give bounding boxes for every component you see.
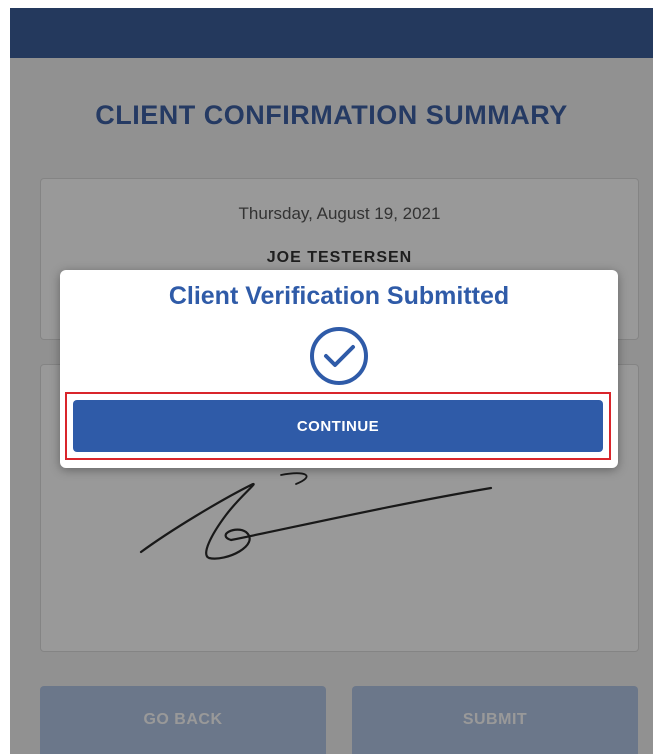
check-circle-icon [310,327,368,385]
modal-title: Client Verification Submitted [168,282,510,310]
verification-modal: Client Verification Submitted CONTINUE [60,270,618,468]
continue-highlight: CONTINUE [65,392,611,460]
app-screen: CLIENT CONFIRMATION SUMMARY Thursday, Au… [10,8,653,754]
continue-button[interactable]: CONTINUE [73,400,603,452]
